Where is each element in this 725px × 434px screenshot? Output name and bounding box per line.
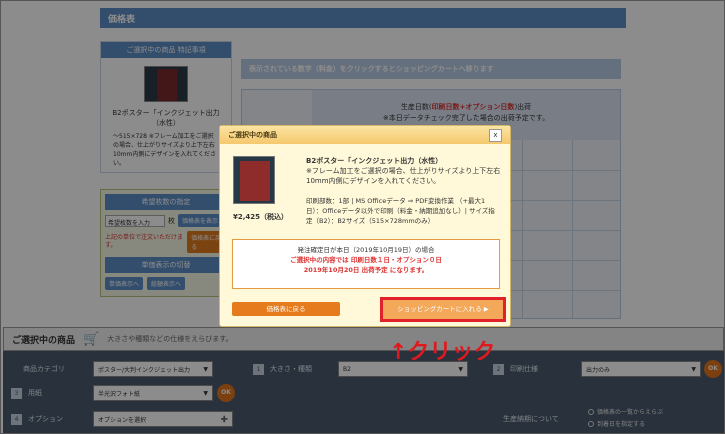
back-to-price-list-button[interactable]: 価格表に戻る	[232, 302, 340, 316]
shipping-info-box: 発注確定日が本日（2019年10月19日）の場合 ご選択中の内容では 印刷日数１…	[232, 239, 500, 289]
product-price: ¥2,425（税込）	[233, 213, 289, 221]
shipping-line-2: ご選択中の内容では 印刷日数１日・オプション０日	[290, 256, 442, 264]
add-to-cart-button[interactable]: ショッピングカートに入れる ▶	[383, 300, 503, 319]
modal-product-info: B2ポスター「インクジェット出力（水性） ※フレーム加工をご選択の場合、仕上がり…	[306, 156, 501, 186]
app-frame: 価格表 ご選択中の商品 特記事項 B2ポスター「インクジェット出力（水性） ～5…	[0, 0, 725, 434]
highlight-frame: ショッピングカートに入れる ▶	[380, 297, 506, 322]
modal-product-title: B2ポスター「インクジェット出力（水性）	[306, 157, 443, 165]
click-annotation: ↑クリック	[389, 340, 496, 365]
product-image	[233, 156, 275, 204]
selected-product-modal: ご選択中の商品 x ¥2,425（税込） B2ポスター「インクジェット出力（水性…	[219, 125, 511, 327]
modal-product-note: ※フレーム加工をご選択の場合、仕上がりサイズより上下左右10mm内側にデザインを…	[306, 167, 501, 185]
modal-product-details: 印刷部数：1部 | MS Officeデータ ⇒ PDF変換作業 （+最大1日）…	[306, 197, 495, 225]
modal-title: ご選択中の商品	[220, 126, 510, 144]
close-icon[interactable]: x	[489, 129, 502, 142]
shipping-line-1: 発注確定日が本日（2019年10月19日）の場合	[297, 246, 435, 254]
shipping-line-3: 2019年10月20日 出荷予定 になります。	[303, 266, 429, 274]
